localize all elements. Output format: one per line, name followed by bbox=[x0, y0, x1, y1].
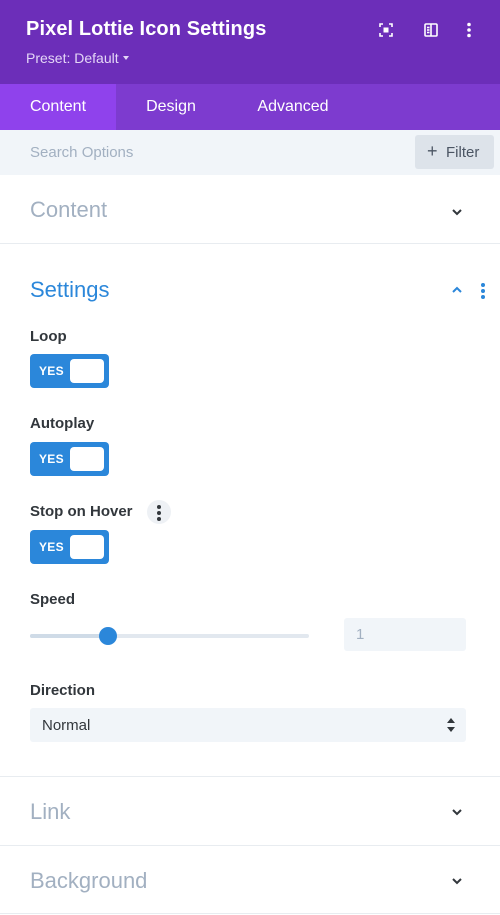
slider-thumb[interactable] bbox=[99, 627, 117, 645]
direction-select[interactable]: Normal bbox=[30, 708, 466, 742]
section-content-title: Content bbox=[30, 197, 108, 222]
loop-toggle[interactable]: YES bbox=[30, 354, 109, 388]
slider-fill bbox=[30, 634, 108, 638]
autoplay-toggle-text: YES bbox=[39, 452, 64, 466]
section-settings-header[interactable]: Settings bbox=[0, 244, 500, 324]
autoplay-label: Autoplay bbox=[30, 415, 95, 432]
section-more-icon[interactable] bbox=[481, 283, 485, 301]
speed-label: Speed bbox=[30, 591, 76, 608]
section-background-title: Background bbox=[30, 868, 148, 893]
stop-on-hover-toggle[interactable]: YES bbox=[30, 530, 109, 564]
autoplay-toggle[interactable]: YES bbox=[30, 442, 109, 476]
divider bbox=[0, 913, 500, 914]
toggle-knob bbox=[70, 359, 104, 383]
direction-selected-value: Normal bbox=[42, 717, 91, 734]
stop-on-hover-label: Stop on Hover bbox=[30, 503, 133, 520]
speed-input[interactable] bbox=[344, 618, 466, 651]
loop-toggle-text: YES bbox=[39, 364, 64, 378]
search-input[interactable] bbox=[30, 130, 400, 175]
loop-label: Loop bbox=[30, 328, 67, 345]
plus-icon: + bbox=[427, 141, 438, 161]
direction-label: Direction bbox=[30, 682, 96, 699]
modal-title: Pixel Lottie Icon Settings bbox=[26, 18, 267, 40]
toggle-knob bbox=[70, 447, 104, 471]
settings-header: Pixel Lottie Icon Settings Preset: Defau… bbox=[0, 0, 500, 84]
chevron-down-icon bbox=[450, 805, 464, 819]
focus-icon[interactable] bbox=[376, 20, 396, 40]
preset-label: Preset: Default bbox=[26, 50, 119, 66]
tab-design[interactable]: Design bbox=[116, 84, 226, 130]
tab-bar: Content Design Advanced bbox=[0, 84, 500, 130]
chevron-down-icon bbox=[450, 874, 464, 888]
chevron-up-icon bbox=[450, 283, 464, 297]
section-settings-title: Settings bbox=[30, 277, 110, 302]
field-more-button[interactable] bbox=[147, 500, 171, 524]
chevron-down-icon bbox=[450, 205, 464, 219]
more-vertical-icon bbox=[157, 505, 161, 523]
section-link-title: Link bbox=[30, 799, 71, 824]
more-vertical-icon[interactable] bbox=[459, 20, 479, 40]
filter-label: Filter bbox=[446, 144, 480, 161]
section-link-header[interactable]: Link bbox=[0, 777, 500, 845]
split-view-icon[interactable] bbox=[421, 20, 441, 40]
speed-slider[interactable] bbox=[30, 627, 309, 645]
section-background-header[interactable]: Background bbox=[0, 846, 500, 914]
section-content-header[interactable]: Content bbox=[0, 175, 500, 243]
preset-dropdown[interactable]: Preset: Default bbox=[26, 50, 129, 66]
select-arrows-icon bbox=[446, 717, 456, 733]
caret-down-icon bbox=[122, 56, 129, 61]
tab-advanced[interactable]: Advanced bbox=[226, 84, 360, 130]
stop-on-hover-toggle-text: YES bbox=[39, 540, 64, 554]
filter-button[interactable]: + Filter bbox=[415, 135, 494, 169]
toggle-knob bbox=[70, 535, 104, 559]
tab-content[interactable]: Content bbox=[0, 84, 116, 130]
